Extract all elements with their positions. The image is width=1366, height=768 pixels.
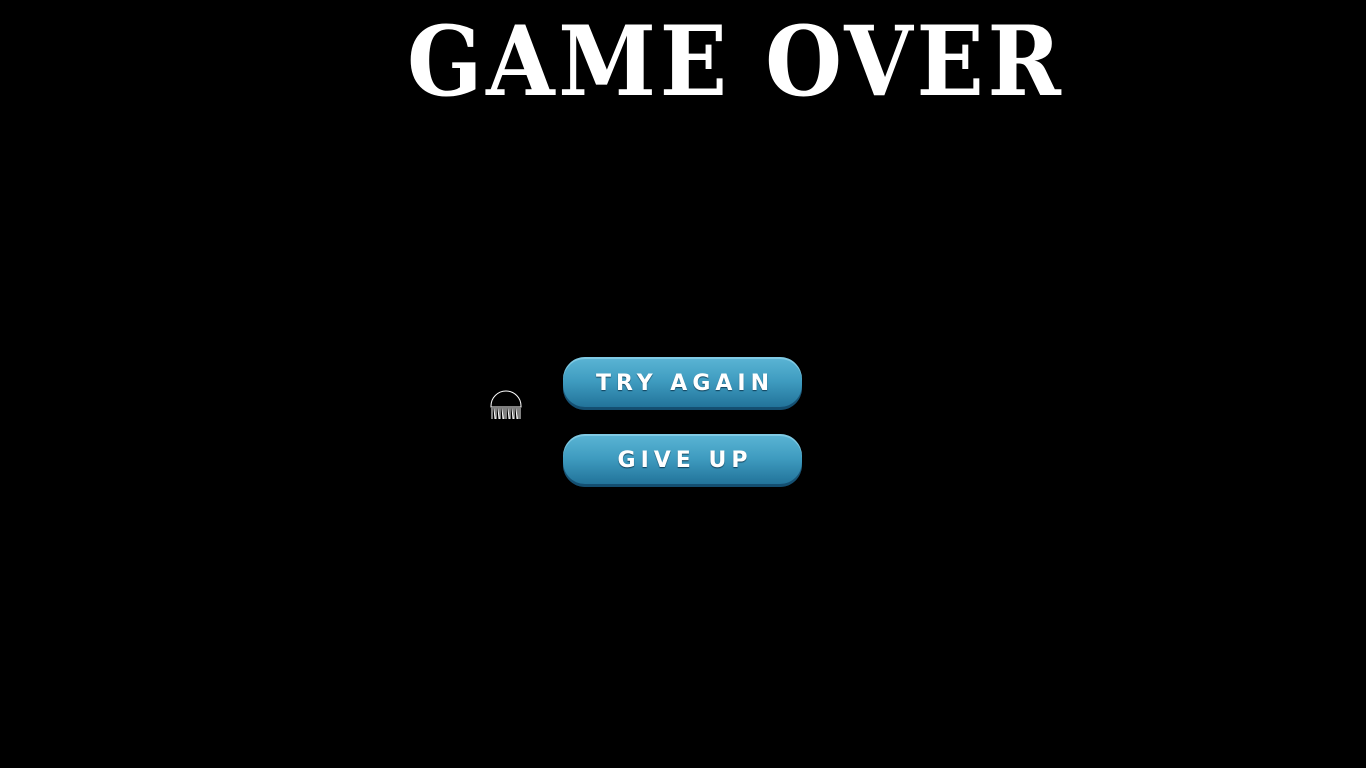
try-again-button[interactable]: TRY AGAIN [563, 357, 802, 410]
game-over-title: GAME OVER [407, 5, 1065, 118]
jellyfish-cursor-icon [490, 390, 522, 420]
game-over-screen: GAME OVER TRY AGAIN GIVE UP [0, 0, 1366, 768]
give-up-button[interactable]: GIVE UP [563, 434, 802, 487]
